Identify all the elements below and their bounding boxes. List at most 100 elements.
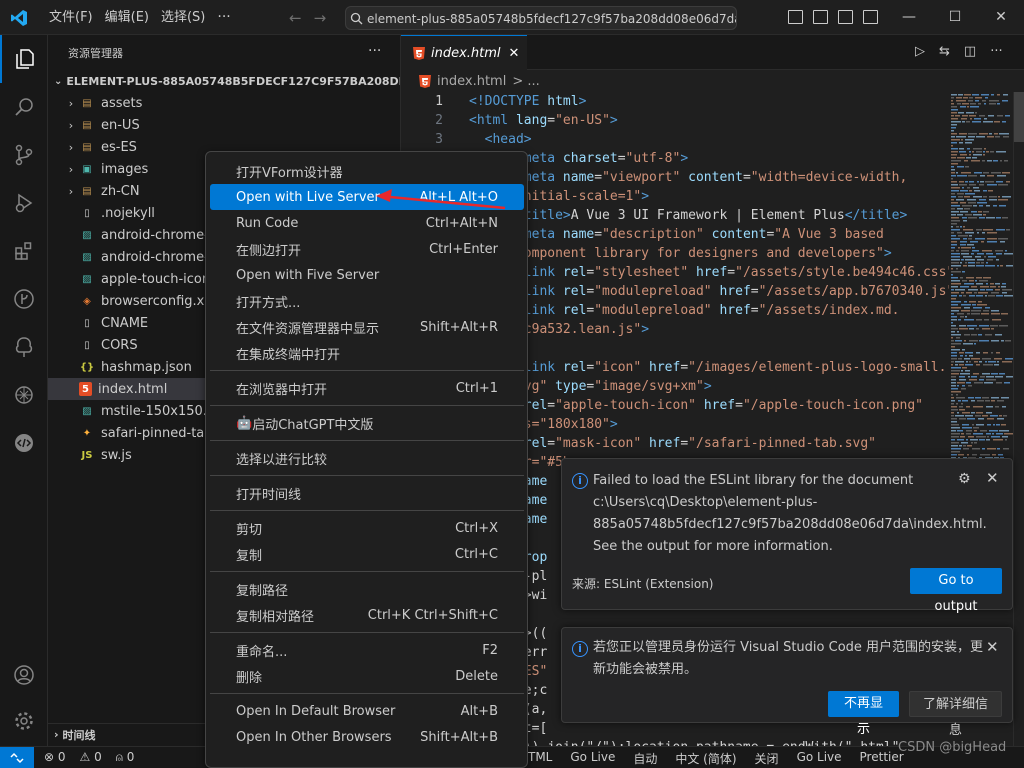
close-window-button[interactable]: ✕ [978,0,1024,35]
code-token: name [562,170,595,185]
git-graph-icon[interactable] [0,275,48,323]
context-menu-item[interactable]: Open In Other Browsers Shift+Alt+B [210,724,524,750]
menu-selection[interactable]: 选择(S) [155,0,211,35]
source-control-icon[interactable] [0,131,48,179]
tree-folder[interactable]: › ▤ en-US [48,114,400,136]
menu-item-label: 在浏览器中打开 [236,382,328,398]
code-text: <rel="apple-touch-icon" href="/apple-tou… [469,396,923,415]
menu-edit[interactable]: 编辑(E) [99,0,155,35]
breadcrumb-file[interactable]: index.html [437,74,506,89]
toggle-secondary-sidebar-icon[interactable] [838,10,853,24]
tab-close-icon[interactable]: ✕ [509,46,520,61]
code-chat-icon[interactable] [0,419,48,467]
context-menu-item[interactable]: 重命名... F2 [210,637,524,663]
context-menu-item[interactable]: 打开VForm设计器 [210,158,524,184]
status-item[interactable]: 中文 (简体) [675,750,736,767]
code-token: = [594,170,603,185]
context-menu: 打开VForm设计器 Open with Live Server Alt+L Alt… [205,151,528,768]
eslint-message-line: c:\Users\cq\Desktop\element-plus- [593,495,818,510]
menu-item-shortcut: Shift+Alt+B [420,729,498,745]
context-menu-item[interactable]: 剪切 Ctrl+X [210,515,524,541]
chatgpt-icon[interactable] [0,371,48,419]
notification-settings-gear-icon[interactable]: ⚙ [958,471,971,487]
editor-more-button[interactable]: ··· [990,44,1002,59]
learn-more-button[interactable]: 了解详细信息 [909,691,1002,738]
tree-view-icon[interactable] [0,323,48,371]
code-token: rel [562,303,587,318]
extensions-icon[interactable] [0,227,48,275]
context-menu-item[interactable]: 复制相对路径 Ctrl+K Ctrl+Shift+C [210,602,524,628]
context-menu-item[interactable]: 删除 Delete [210,663,524,689]
tab-index-html[interactable]: index.html ✕ [401,35,528,70]
notification-close-icon[interactable]: ✕ [986,469,999,487]
split-editor-icon[interactable]: ◫ [964,44,976,59]
status-item[interactable]: TML [528,750,552,767]
run-file-icon[interactable]: ▷ [915,44,925,59]
context-menu-item[interactable]: 在浏览器中打开 Ctrl+1 [210,375,524,401]
problems-errors[interactable]: ⊗ 0 [44,750,66,765]
eslint-message-line: See the output for more information. [593,539,833,554]
status-item[interactable]: 关闭 [755,750,779,767]
go-to-output-button[interactable]: Go to output [910,568,1002,614]
breadcrumb-more[interactable]: > ... [512,74,539,89]
command-center[interactable]: element-plus-885a05748b5fdecf127c9f57ba2… [345,6,737,30]
menu-separator [210,571,524,572]
tree-item-label: android-chrome-1 [101,227,218,243]
problems-warnings[interactable]: ⚠ 0 [80,750,102,765]
explorer-more-button[interactable]: ··· [368,43,381,59]
dont-show-again-button[interactable]: 不再显示 [828,691,899,737]
context-menu-item[interactable]: 打开时间线 [210,480,524,506]
remote-indicator-icon[interactable] [0,747,34,768]
account-icon[interactable] [0,651,48,699]
status-item[interactable]: 自动 [633,750,657,767]
maximize-button[interactable]: ☐ [932,0,978,35]
customize-layout-icon[interactable] [863,10,878,24]
context-menu-item[interactable]: 打开方式... [210,288,524,314]
context-menu-item[interactable]: 复制 Ctrl+C [210,541,524,567]
notification-close-icon[interactable]: ✕ [986,638,999,656]
manage-gear-icon[interactable] [0,697,48,745]
context-menu-item[interactable]: 在集成终端中打开 [210,340,524,366]
context-menu-item[interactable]: Open with Five Server [210,262,524,288]
back-arrow-icon[interactable]: ← [289,9,302,27]
live-preview-icon[interactable]: ⇆ [939,44,950,59]
code-token: "A Vue 3 based [774,227,884,242]
menu-more-button[interactable]: ··· [211,0,236,35]
search-view-icon[interactable] [0,83,48,131]
code-token: href [719,303,751,318]
chevron-right-icon: › [68,140,74,154]
tree-item-label: browserconfig.xm [101,293,217,309]
context-menu-item[interactable]: 选择以进行比较 [210,445,524,471]
line-number: 3 [435,132,443,147]
context-menu-item[interactable]: Open In Default Browser Alt+B [210,698,524,724]
menu-item-label: Open with Five Server [236,267,380,283]
context-menu-item[interactable]: Open with Live Server Alt+L Alt+O [210,184,524,210]
menu-item-label: 打开时间线 [236,487,302,503]
editor-scrollbar[interactable] [1013,92,1024,746]
tree-folder[interactable]: › ▤ assets [48,92,400,114]
scrollbar-thumb[interactable] [1014,92,1024,142]
ports-indicator[interactable]: ⍝ 0 [116,750,135,765]
status-item[interactable]: Go Live [797,750,842,767]
menu-file[interactable]: 文件(F) [43,0,99,35]
image-file-icon: ▨ [82,273,92,285]
code-token: href [695,265,728,280]
code-token: lang [515,113,548,128]
workspace-root-folder[interactable]: ⌄ ELEMENT-PLUS-885A05748B5FDECF127C9F57B… [48,70,400,92]
minimize-button[interactable]: — [886,0,932,35]
forward-arrow-icon[interactable]: → [314,9,327,27]
context-menu-item[interactable]: 🤖 启动ChatGPT中文版 [210,410,524,436]
toggle-panel-icon[interactable] [813,10,828,24]
menu-item-label: 复制相对路径 [236,609,315,625]
explorer-icon[interactable] [0,35,48,83]
context-menu-item[interactable]: Run Code Ctrl+Alt+N [210,210,524,236]
code-token: href [719,284,751,299]
run-debug-icon[interactable] [0,179,48,227]
menu-item-label: 重命名... [236,644,288,660]
context-menu-item[interactable]: 复制路径 [210,576,524,602]
context-menu-item[interactable]: 在侧边打开 Ctrl+Enter [210,236,524,262]
context-menu-item[interactable]: 在文件资源管理器中显示 Shift+Alt+R [210,314,524,340]
status-item[interactable]: Go Live [570,750,615,767]
toggle-sidebar-icon[interactable] [788,10,803,24]
menu-item-shortcut: F2 [482,642,498,658]
